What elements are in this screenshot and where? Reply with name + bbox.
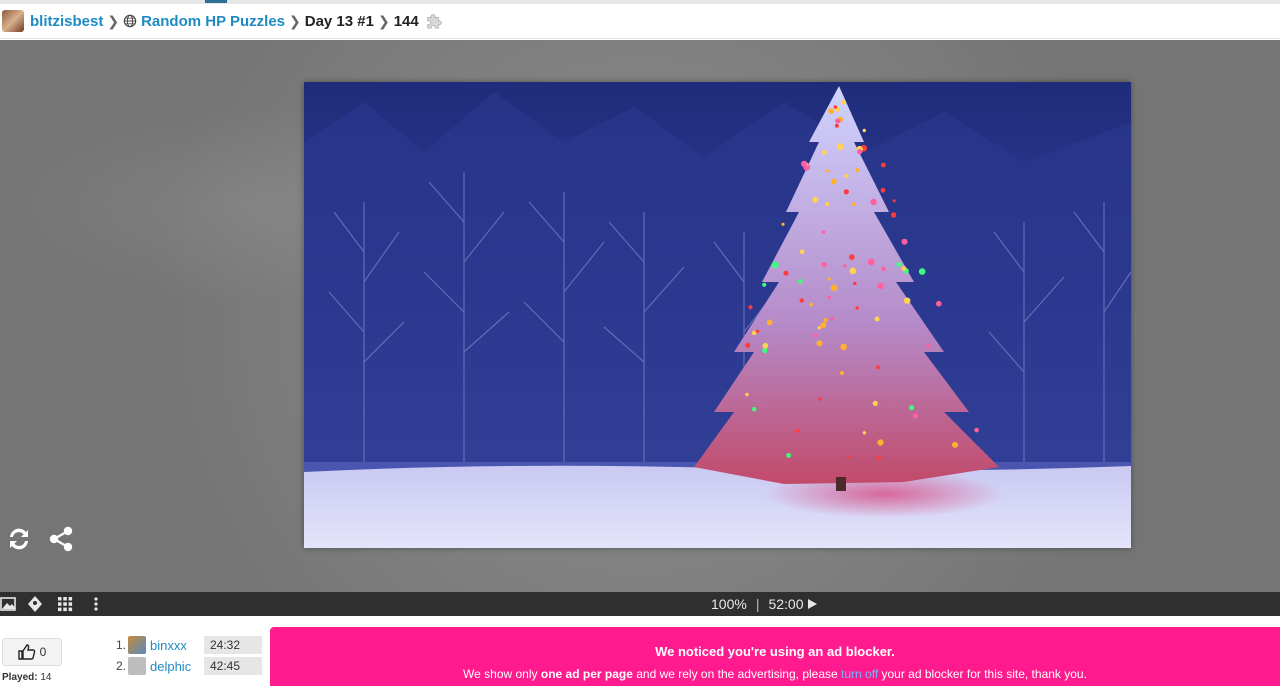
- leaderboard: 1. binxxx 24:32 2. delphic 42:45: [116, 635, 262, 677]
- grid-icon[interactable]: [56, 595, 74, 613]
- play-icon[interactable]: [807, 599, 817, 609]
- thumbs-up-icon: [17, 644, 35, 660]
- piece-count: 144: [393, 12, 419, 30]
- avatar[interactable]: [128, 636, 146, 654]
- like-button[interactable]: 0: [2, 638, 62, 666]
- refresh-icon[interactable]: [4, 524, 34, 554]
- played-count: Played: 14: [2, 672, 51, 683]
- score-rank: 2.: [116, 659, 127, 673]
- breadcrumb-collection-link[interactable]: Random HP Puzzles: [141, 13, 285, 30]
- score-time: 24:32: [204, 636, 262, 654]
- like-count: 0: [39, 645, 47, 659]
- avatar[interactable]: [128, 657, 146, 675]
- score-user-link[interactable]: delphic: [150, 659, 202, 674]
- ad-banner-title: We noticed you're using an ad blocker.: [655, 644, 895, 659]
- chevron-right-icon: ❯: [377, 12, 390, 29]
- breadcrumb: blitzisbest ❯ Random HP Puzzles ❯ Day 13…: [0, 4, 1280, 39]
- ad-text-part: and we rely on the advertising, please: [632, 667, 842, 681]
- played-value: 14: [40, 672, 52, 683]
- timer: 52:00: [768, 596, 804, 612]
- ad-text-part: your ad blocker for this site, thank you…: [878, 667, 1087, 681]
- turn-off-link[interactable]: turn off: [841, 667, 878, 681]
- table-row: 2. delphic 42:45: [116, 656, 262, 676]
- bottom-panel: 0 Played: 14 1. binxxx 24:32 2. delphic …: [0, 616, 1280, 686]
- image-icon[interactable]: [0, 595, 18, 613]
- status-divider: |: [755, 596, 760, 612]
- top-strip-mark: [205, 0, 227, 3]
- ad-banner-text: We show only one ad per page and we rely…: [270, 667, 1280, 681]
- puzzle-piece-icon: [427, 14, 442, 29]
- puzzle-toolbar: 100% | 52:00: [0, 592, 1280, 616]
- breadcrumb-puzzle-name: Day 13 #1: [304, 12, 374, 30]
- user-avatar[interactable]: [2, 10, 24, 32]
- more-vertical-icon[interactable]: [87, 595, 105, 613]
- puzzle-stage[interactable]: [0, 40, 1280, 592]
- score-time: 42:45: [204, 657, 262, 675]
- puzzle-status: 100% | 52:00: [711, 596, 817, 612]
- chevron-right-icon: ❯: [107, 12, 120, 29]
- played-label: Played:: [2, 672, 38, 683]
- ghost-icon[interactable]: [26, 595, 44, 613]
- globe-icon: [123, 14, 137, 28]
- ad-text-part: We show only: [463, 667, 541, 681]
- ad-blocker-banner: We noticed you're using an ad blocker. W…: [270, 627, 1280, 686]
- score-user-link[interactable]: binxxx: [150, 638, 202, 653]
- zoom-level[interactable]: 100%: [711, 596, 747, 612]
- chevron-right-icon: ❯: [289, 12, 301, 29]
- score-rank: 1.: [116, 638, 127, 652]
- table-row: 1. binxxx 24:32: [116, 635, 262, 655]
- ad-text-bold: one ad per page: [540, 667, 633, 681]
- share-icon[interactable]: [46, 524, 76, 554]
- puzzle-image[interactable]: [304, 82, 1131, 548]
- breadcrumb-user-link[interactable]: blitzisbest: [30, 13, 103, 30]
